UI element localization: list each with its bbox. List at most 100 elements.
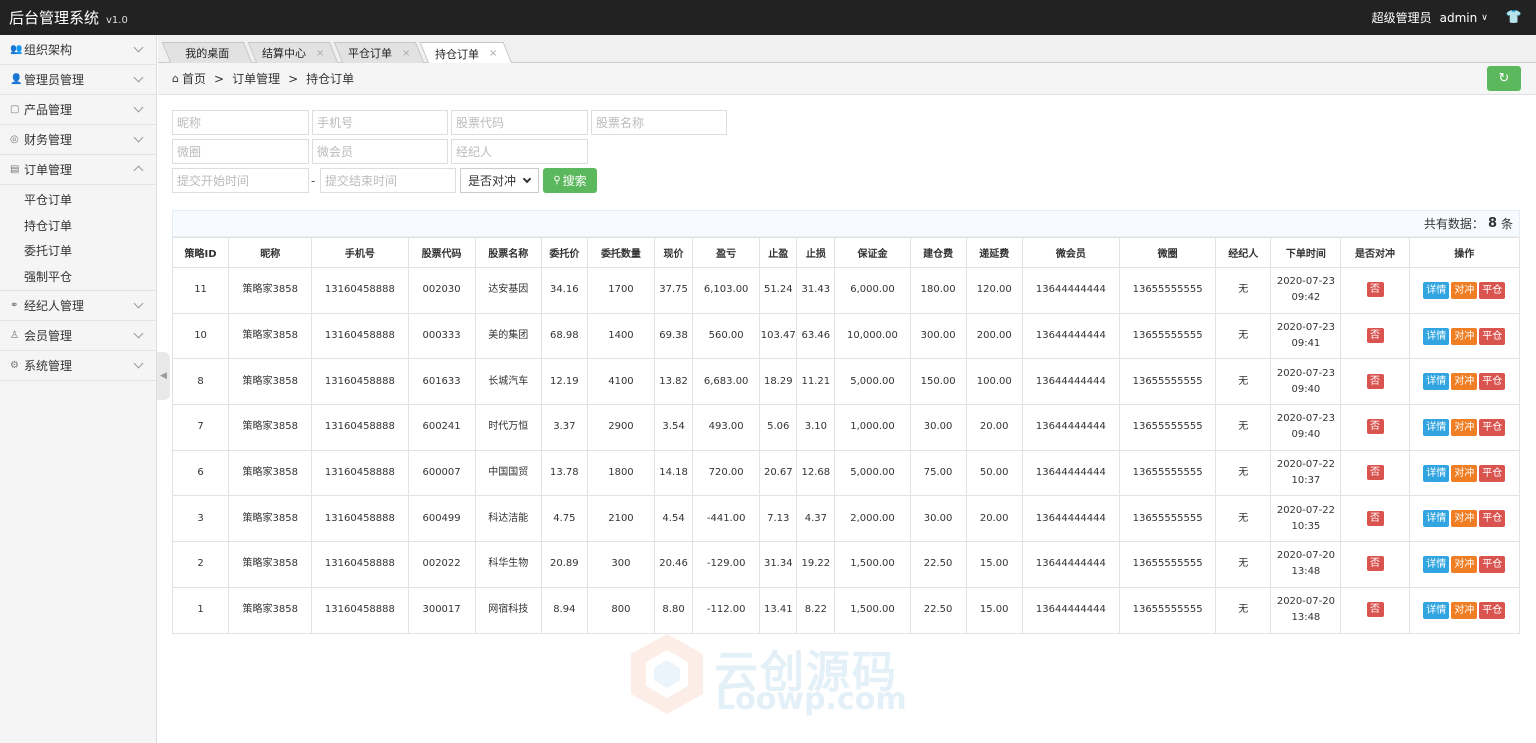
cell-nick: 策略家3858	[228, 312, 313, 360]
watermark: 云创源码 Loowp.com	[628, 632, 918, 718]
detail-button[interactable]: 详情	[1423, 510, 1450, 528]
close-position-button[interactable]: 平仓	[1479, 601, 1506, 619]
micro-circle-input[interactable]: 微圈	[172, 139, 309, 164]
detail-button[interactable]: 详情	[1423, 555, 1450, 573]
cell-phone: 13160458888	[311, 495, 409, 543]
cell-member: 13644444444	[1021, 404, 1121, 451]
tab-closed-orders[interactable]: 平仓订单 ×	[333, 42, 425, 63]
close-position-button[interactable]: 平仓	[1479, 373, 1506, 391]
status-badge: 否	[1366, 602, 1384, 618]
cell-phone: 13160458888	[311, 541, 409, 588]
cell-id: 3	[171, 495, 230, 543]
sidebar-subitem-forced-close[interactable]: 强制平仓	[0, 264, 156, 290]
close-position-button[interactable]: 平仓	[1479, 327, 1506, 345]
box-icon: ▢	[10, 104, 20, 115]
sidebar-item-system[interactable]: ⚙ 系统管理	[0, 351, 156, 381]
sidebar-item-org[interactable]: 👥 组织架构	[0, 35, 156, 65]
chevron-down-icon	[133, 132, 144, 143]
sidebar-item-product[interactable]: ▢ 产品管理	[0, 95, 156, 125]
table-row: 1 策略家3858 13160458888 300017 网宿科技 8.94 800 8.80…	[171, 586, 1521, 634]
cell-open_fee: 180.00	[909, 267, 967, 314]
sidebar-item-orders[interactable]: ▤ 订单管理	[0, 155, 156, 185]
order-time: 09:41	[1291, 338, 1321, 350]
cell-cur: 3.54	[654, 404, 694, 451]
hedge-select[interactable]: 是否对冲	[460, 168, 539, 193]
cell-id: 11	[171, 267, 230, 314]
order-date: 2020-07-20	[1276, 596, 1335, 608]
sidebar-subitem-open-orders[interactable]: 持仓订单	[0, 213, 156, 239]
close-icon[interactable]: ×	[316, 48, 324, 59]
close-position-button[interactable]: 平仓	[1479, 281, 1506, 299]
chevron-down-icon	[133, 358, 144, 369]
table-header-row: 策略ID 昵称 手机号 股票代码 股票名称 委托价 委托数量 现价 盈亏 止盈 止损 保证金 建仓费 递延…	[171, 237, 1521, 268]
column-header: 委托价	[540, 237, 588, 268]
order-time: 10:35	[1291, 520, 1321, 532]
table-row: 2 策略家3858 13160458888 002022 科华生物 20.89 300 20.…	[171, 541, 1521, 588]
tab-settlement[interactable]: 结算中心 ×	[247, 42, 339, 63]
sidebar-item-broker[interactable]: ⚭ 经纪人管理	[0, 291, 156, 321]
detail-button[interactable]: 详情	[1423, 281, 1450, 299]
cell-member: 13644444444	[1021, 495, 1121, 543]
tab-desktop[interactable]: 我的桌面	[161, 42, 253, 63]
hedge-button[interactable]: 对冲	[1451, 601, 1478, 619]
stock-name-input[interactable]: 股票名称	[591, 110, 727, 135]
breadcrumb-parent[interactable]: 订单管理	[232, 70, 280, 87]
cell-name: 科华生物	[474, 541, 542, 588]
refresh-button[interactable]: ↻	[1487, 66, 1521, 91]
hedge-button[interactable]: 对冲	[1451, 555, 1478, 573]
cell-price: 20.89	[540, 541, 588, 588]
end-time-input[interactable]: 提交结束时间	[320, 168, 456, 193]
search-button[interactable]: ⚲ 搜索	[543, 168, 597, 193]
sidebar-item-admin[interactable]: 👤 管理员管理	[0, 65, 156, 95]
detail-button[interactable]: 详情	[1423, 418, 1450, 436]
tab-open-orders[interactable]: 持仓订单 ×	[419, 42, 513, 64]
detail-button[interactable]: 详情	[1423, 601, 1450, 619]
sidebar-subitem-entrust-orders[interactable]: 委托订单	[0, 238, 156, 264]
shirt-icon[interactable]: 👕	[1506, 10, 1522, 25]
close-icon[interactable]: ×	[402, 48, 410, 59]
cell-tp: 7.13	[759, 495, 798, 543]
detail-button[interactable]: 详情	[1423, 464, 1450, 482]
micro-member-input[interactable]: 微会员	[312, 139, 448, 164]
close-position-button[interactable]: 平仓	[1479, 555, 1506, 573]
hedge-button[interactable]: 对冲	[1451, 510, 1478, 528]
broker-input[interactable]: 经纪人	[451, 139, 588, 164]
sidebar-subitem-closed-orders[interactable]: 平仓订单	[0, 187, 156, 213]
close-position-button[interactable]: 平仓	[1479, 464, 1506, 482]
cell-name: 中国国贸	[474, 449, 542, 497]
sidebar-item-finance[interactable]: ◎ 财务管理	[0, 125, 156, 155]
sidebar-item-member[interactable]: ♙ 会员管理	[0, 321, 156, 351]
close-position-button[interactable]: 平仓	[1479, 418, 1506, 436]
cell-sl: 19.22	[796, 541, 836, 588]
cell-hedge: 否	[1340, 449, 1410, 497]
record-count-value: 8	[1487, 216, 1497, 231]
stock-code-input[interactable]: 股票代码	[451, 110, 588, 135]
hedge-button[interactable]: 对冲	[1451, 327, 1478, 345]
cell-defer_fee: 15.00	[965, 541, 1023, 588]
detail-button[interactable]: 详情	[1423, 373, 1450, 391]
cell-actions: 详情 对冲 平仓	[1408, 495, 1521, 543]
breadcrumb-home[interactable]: 首页	[182, 70, 206, 87]
cell-cur: 13.82	[654, 358, 694, 406]
users-icon: 👥	[10, 44, 23, 55]
cell-circle: 13655555555	[1118, 449, 1217, 497]
close-icon[interactable]: ×	[489, 48, 497, 59]
cell-broker: 无	[1215, 541, 1272, 588]
status-badge: 否	[1366, 373, 1384, 389]
hedge-button[interactable]: 对冲	[1451, 281, 1478, 299]
column-header: 下单时间	[1270, 237, 1342, 268]
sidebar-item-label: 组织架构	[24, 43, 73, 57]
start-time-input[interactable]: 提交开始时间	[172, 168, 309, 193]
hedge-button[interactable]: 对冲	[1451, 373, 1478, 391]
nickname-input[interactable]: 昵称	[172, 110, 309, 135]
sidebar-collapse-handle[interactable]: ◀	[157, 352, 170, 400]
phone-input[interactable]: 手机号	[312, 110, 448, 135]
hedge-button[interactable]: 对冲	[1451, 464, 1478, 482]
close-position-button[interactable]: 平仓	[1479, 510, 1506, 528]
user-menu[interactable]: admin ∨	[1440, 11, 1488, 25]
detail-button[interactable]: 详情	[1423, 327, 1450, 345]
hedge-button[interactable]: 对冲	[1451, 418, 1478, 436]
cell-qty: 4100	[586, 358, 656, 406]
cell-sl: 11.21	[796, 358, 836, 406]
cell-hedge: 否	[1340, 495, 1410, 543]
